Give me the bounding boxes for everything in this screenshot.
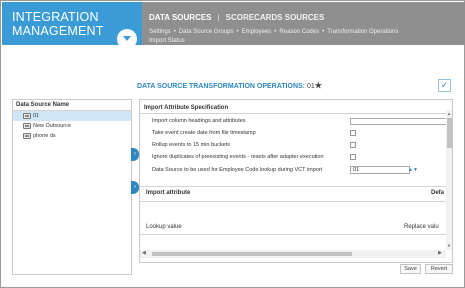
ignore-duplicates-checkbox[interactable] — [350, 154, 356, 160]
page-title: DATA SOURCE TRANSFORMATION OPERATIONS: 0… — [137, 81, 322, 90]
vertical-scroll-thumb[interactable] — [447, 118, 452, 148]
tab-data-sources[interactable]: DATA SOURCES — [149, 13, 212, 22]
brand-line-1: INTEGRATION — [12, 10, 99, 24]
menu-toggle-chevron-icon[interactable] — [117, 29, 137, 49]
horizontal-scroll-thumb[interactable] — [152, 252, 352, 256]
scroll-right-icon[interactable]: ▶ — [438, 250, 442, 256]
subnav-data-source-groups[interactable]: Data Source Groups — [179, 29, 234, 35]
top-navigation: DATA SOURCES | SCORECARDS SOURCES Settings… — [142, 2, 465, 45]
vertical-scrollbar[interactable]: ▲ ▼ — [446, 110, 452, 250]
import-column-headings-input[interactable] — [350, 118, 447, 125]
favorite-star-icon[interactable]: ★ — [315, 81, 322, 90]
page-title-text: DATA SOURCE TRANSFORMATION OPERATIONS: — [137, 83, 305, 90]
app-brand: INTEGRATION MANAGEMENT — [2, 2, 142, 49]
list-item[interactable]: New Outsource — [13, 121, 131, 131]
collapse-arrow-icon[interactable]: ‹ — [131, 148, 139, 161]
row-label-event-create-date: Take event create date from file timesta… — [152, 130, 256, 136]
data-source-icon — [23, 133, 31, 139]
attribute-specification-panel: Import Attribute Specification Import co… — [139, 99, 453, 263]
rollup-15min-checkbox[interactable] — [350, 142, 356, 148]
scroll-up-icon[interactable]: ▲ — [447, 111, 451, 116]
subnav-reason-codes[interactable]: Reason Codes — [279, 29, 319, 35]
subnav-settings[interactable]: Settings — [149, 29, 171, 35]
subnav-import-status[interactable]: Import Status — [149, 38, 185, 44]
divider — [140, 186, 446, 187]
employee-code-source-select[interactable]: 01 ▲▼ — [350, 166, 418, 174]
scroll-left-icon[interactable]: ◀ — [142, 250, 146, 256]
horizontal-scrollbar[interactable]: ◀ ▶ — [140, 250, 446, 258]
application-window: INTEGRATION MANAGEMENT DATA SOURCES | SCOR… — [0, 0, 465, 288]
data-source-list-header: Data Source Name — [13, 100, 131, 111]
top-tabs: DATA SOURCES | SCORECARDS SOURCES — [149, 13, 324, 22]
save-button[interactable]: Save — [400, 264, 421, 274]
event-create-date-checkbox[interactable] — [350, 130, 356, 136]
tab-scorecards-sources[interactable]: SCORECARDS SOURCES — [226, 13, 325, 22]
row-label-ignore-duplicates: Ignore duplicates of preexisting events … — [152, 154, 324, 160]
data-source-list-panel: Data Source Name 01 New Outsource phone … — [12, 99, 132, 275]
data-source-icon — [23, 113, 31, 119]
tab-separator: | — [217, 13, 220, 22]
list-item[interactable]: 01 — [13, 111, 131, 121]
row-label-import-column-headings: Import column headings and attributes — [152, 118, 246, 124]
list-item-label: New Outsource — [33, 123, 71, 129]
lookup-value-header: Lookup value — [146, 224, 182, 230]
replace-value-header: Replace valu — [404, 224, 439, 230]
subnav-transformation-operations[interactable]: Transformation Operations — [327, 29, 398, 35]
expand-arrow-icon[interactable]: › — [131, 181, 139, 194]
divider — [140, 201, 446, 202]
employee-code-source-value: 01 — [353, 167, 360, 173]
list-item-label: 01 — [33, 113, 40, 119]
check-icon[interactable]: ✓ — [438, 79, 451, 92]
sub-navigation: Settings • Data Source Groups • Employees • Re… — [149, 29, 399, 44]
subnav-employees[interactable]: Employees — [242, 29, 272, 35]
data-source-icon — [23, 123, 31, 129]
section-header-import-attribute: Import attribute — [146, 190, 191, 196]
list-item-label: phone ds — [33, 133, 56, 139]
scroll-down-icon[interactable]: ▼ — [447, 243, 451, 248]
list-item[interactable]: phone ds — [13, 131, 131, 141]
default-column-header: Defa — [430, 190, 444, 196]
row-label-employee-code-source: Data Source to be used for Employee Code… — [152, 167, 323, 173]
section-header-import-attribute-specification: Import Attribute Specification — [140, 103, 452, 114]
page-title-value: 01 — [306, 83, 315, 90]
divider — [140, 234, 446, 235]
row-label-rollup-15min: Rollup events to 15 min buckets — [152, 142, 230, 148]
select-stepper-icon[interactable]: ▲▼ — [408, 167, 418, 173]
revert-button[interactable]: Revert — [425, 264, 453, 274]
